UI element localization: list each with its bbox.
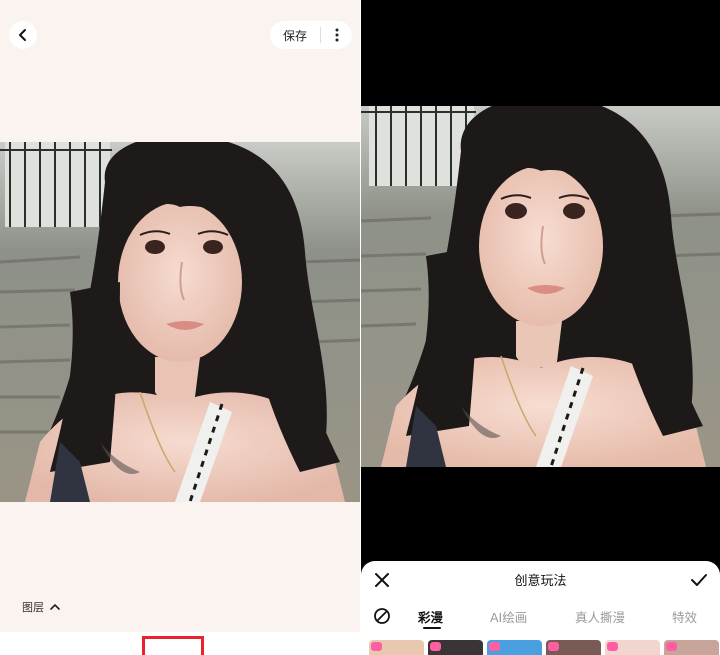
- tab-ai-painting[interactable]: AI绘画: [490, 607, 527, 626]
- tab-color-comic[interactable]: 彩漫: [418, 607, 443, 626]
- more-vertical-icon: [335, 28, 338, 42]
- no-effect-icon[interactable]: [373, 607, 391, 625]
- header-actions: 保存: [270, 21, 352, 49]
- save-button[interactable]: 保存: [270, 27, 320, 44]
- vip-badge-icon: [430, 642, 441, 651]
- vip-badge-icon: [489, 642, 500, 651]
- chevron-up-icon: [50, 603, 60, 610]
- effect-thumbnail[interactable]: [664, 640, 719, 655]
- selfie-photo[interactable]: [0, 142, 360, 502]
- panel-title: 创意玩法: [514, 574, 567, 589]
- vip-badge-icon: [607, 642, 618, 651]
- portrait-image: [0, 142, 360, 502]
- creative-effects-screen: 创意玩法 彩漫 AI绘画 真人撕漫 特效: [361, 0, 720, 655]
- tab-real-comic[interactable]: 真人撕漫: [575, 607, 625, 626]
- chevron-left-icon: [19, 29, 26, 41]
- creative-effects-panel: 创意玩法 彩漫 AI绘画 真人撕漫 特效: [361, 561, 720, 655]
- editor-screen: 保存 图层: [0, 0, 360, 655]
- back-button[interactable]: [9, 21, 37, 49]
- effect-tabs: 彩漫 AI绘画 真人撕漫 特效: [361, 605, 720, 629]
- bottom-toolbar: [0, 632, 360, 655]
- effect-thumbnail[interactable]: [428, 640, 483, 655]
- effect-thumbnails: [369, 640, 720, 655]
- layers-label: 图层: [22, 601, 44, 614]
- more-options-button[interactable]: [321, 21, 352, 49]
- vip-badge-icon: [666, 642, 677, 651]
- portrait-preview-image: [361, 106, 720, 467]
- vip-badge-icon: [371, 642, 382, 651]
- effect-thumbnail[interactable]: [546, 640, 601, 655]
- vip-badge-icon: [548, 642, 559, 651]
- tab-special-effects[interactable]: 特效: [672, 607, 697, 626]
- layers-toggle[interactable]: 图层: [22, 599, 60, 615]
- selfie-photo-preview: [361, 106, 720, 467]
- effect-thumbnail[interactable]: [605, 640, 660, 655]
- highlighted-tool[interactable]: [142, 636, 204, 655]
- effect-thumbnail[interactable]: [369, 640, 424, 655]
- active-tab-indicator: [423, 627, 441, 629]
- effect-thumbnail[interactable]: [487, 640, 542, 655]
- check-icon[interactable]: [690, 571, 708, 589]
